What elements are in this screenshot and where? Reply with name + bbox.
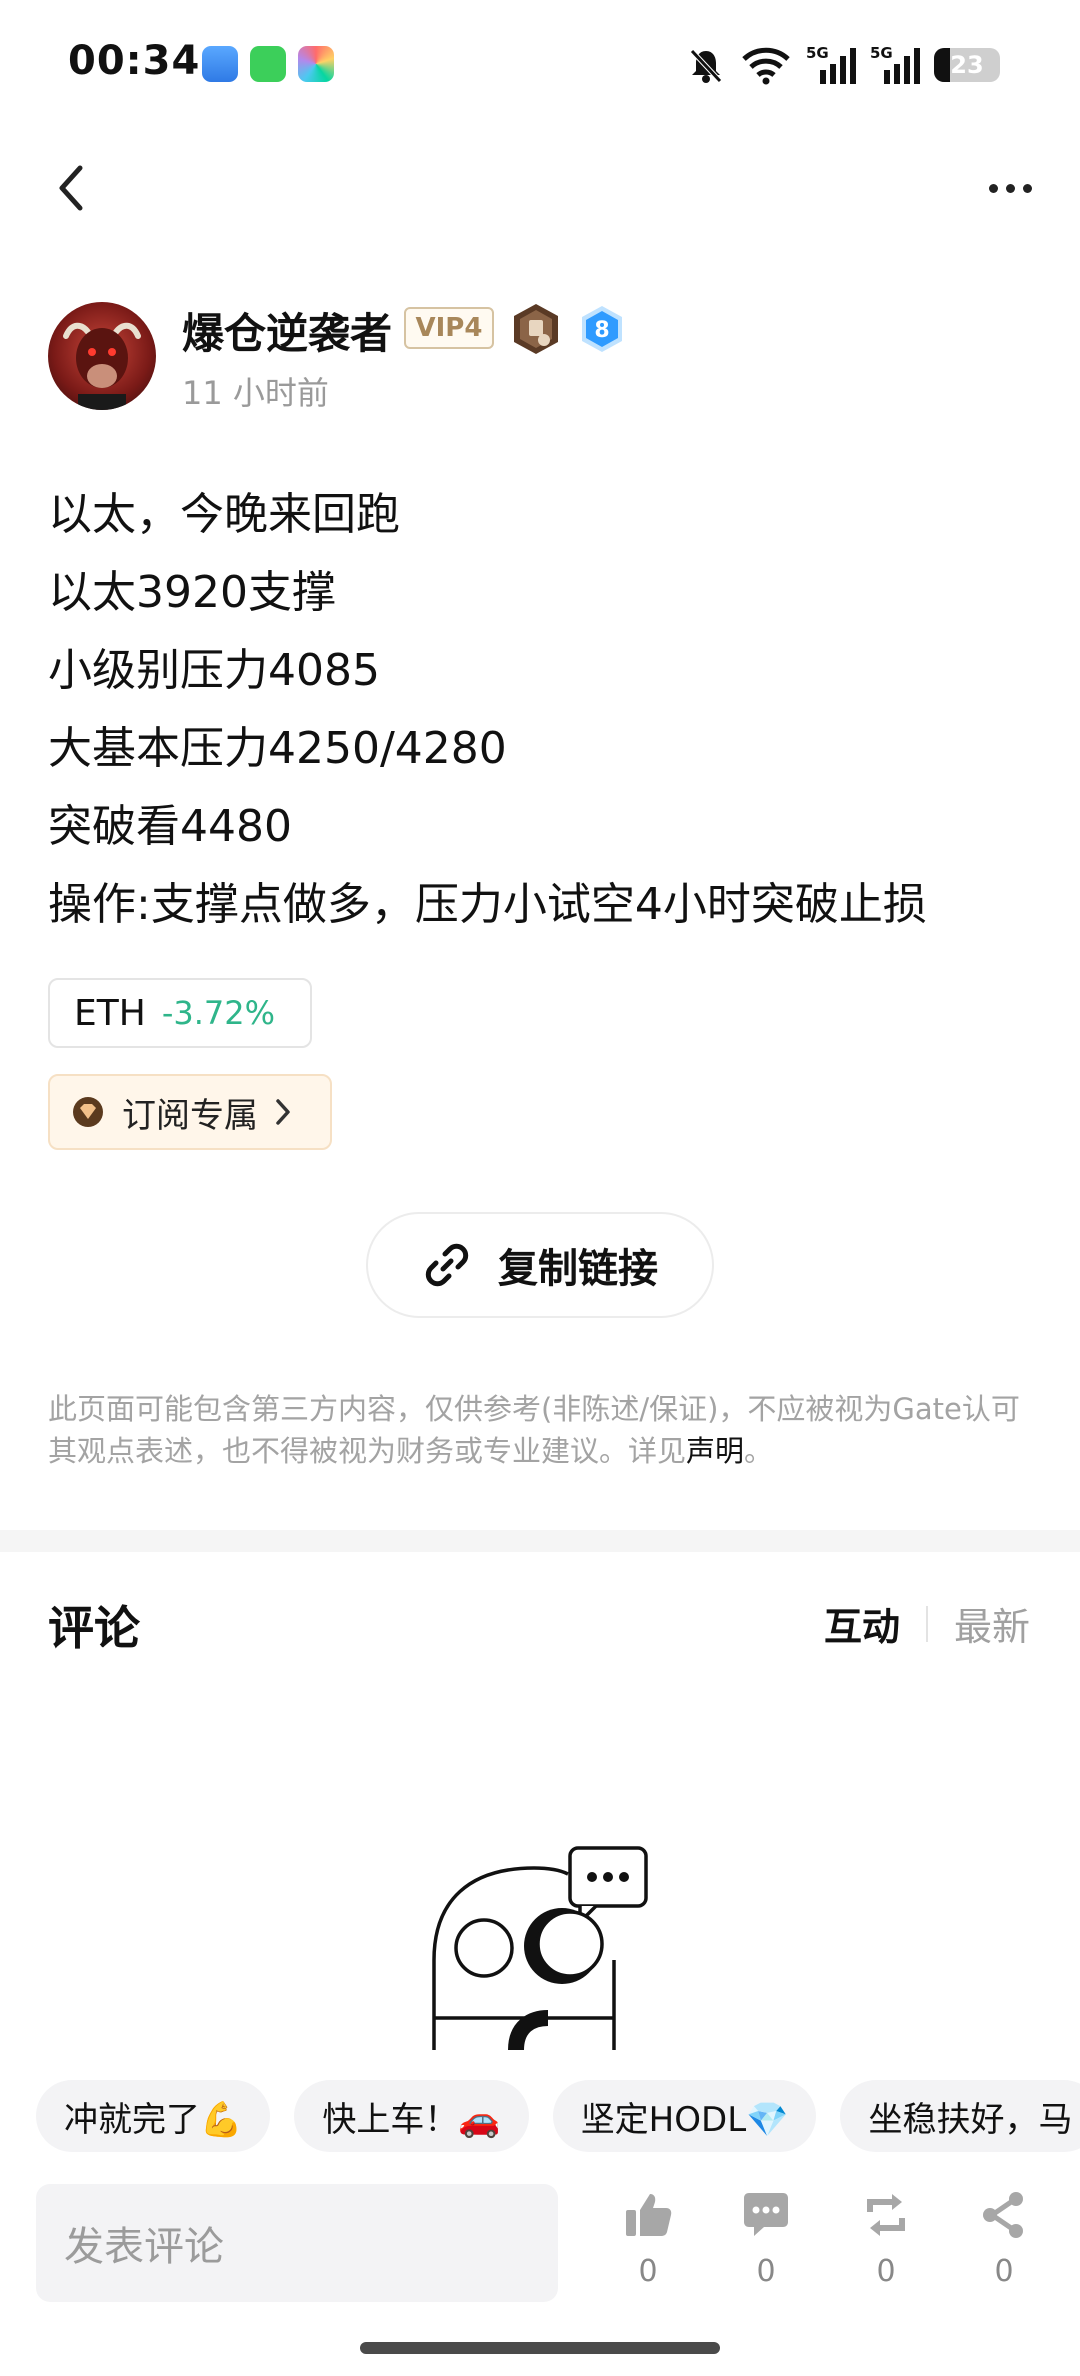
- bull-avatar-icon: [63, 322, 141, 410]
- post-line: 大基本压力4250/4280: [48, 723, 507, 774]
- tab-separator: [925, 1605, 928, 1642]
- post-time: 11 小时前: [182, 374, 329, 412]
- chevron-left-icon: [59, 165, 83, 211]
- post-line: 突破看4480: [48, 801, 292, 852]
- chevron-right-icon: [276, 1099, 290, 1125]
- battery-level: 23: [950, 51, 984, 79]
- quick-reply-chip[interactable]: 冲就完了💪: [36, 2080, 271, 2152]
- more-dot-icon: [1005, 183, 1015, 193]
- repost-button[interactable]: 0: [846, 2190, 926, 2310]
- post-line: 操作:支撑点做多，压力小试空4小时突破止损: [48, 879, 927, 930]
- disclaimer-suffix: 。: [744, 1434, 774, 1468]
- rank-badge-icon: [510, 302, 562, 356]
- quick-reply-chip[interactable]: 快上车！🚗: [294, 2080, 529, 2152]
- quick-replies: 冲就完了💪 快上车！🚗 坚定HODL💎 坐稳扶好，马: [36, 2080, 1080, 2154]
- disclaimer-text: 此页面可能包含第三方内容，仅供参考(非陈述/保证)，不应被视为Gate认可其观点…: [48, 1392, 1020, 1468]
- comment-count: 0: [756, 2254, 776, 2289]
- svg-text:5G: 5G: [870, 44, 893, 62]
- comment-icon: [744, 2193, 788, 2236]
- more-dot-icon: [988, 183, 998, 193]
- svg-text:5G: 5G: [806, 44, 829, 62]
- section-divider: [0, 1530, 1080, 1552]
- quick-reply-chip[interactable]: 坚定HODL💎: [552, 2080, 817, 2152]
- link-icon: [425, 1243, 469, 1287]
- comment-sort-tabs: 互动 最新: [824, 1596, 1030, 1651]
- comment-input[interactable]: 发表评论: [36, 2184, 558, 2302]
- status-bar: 00:34 5G 5G 23: [0, 0, 1080, 130]
- signal-5g-icon: 5G: [806, 44, 856, 84]
- share-icon: [983, 2192, 1023, 2238]
- level-badge: 8: [578, 304, 626, 354]
- diamond-icon: [73, 1097, 103, 1127]
- status-time: 00:34: [68, 38, 201, 84]
- coin-symbol: ETH: [74, 992, 146, 1034]
- post-line: 以太3920支撑: [48, 567, 336, 618]
- post-line: 以太，今晚来回跑: [48, 489, 400, 540]
- quick-reply-chip[interactable]: 坐稳扶好，马: [840, 2080, 1080, 2152]
- comments-title: 评论: [48, 1601, 140, 1655]
- wifi-icon: [742, 47, 790, 85]
- post-line: 小级别压力4085: [48, 645, 380, 696]
- vip-badge: VIP4: [404, 307, 494, 349]
- copy-link-button[interactable]: 复制链接: [366, 1212, 714, 1318]
- home-indicator[interactable]: [360, 2342, 720, 2354]
- battery-icon: 23: [934, 48, 1000, 82]
- empty-comments-illustration: [420, 1840, 660, 2050]
- repost-icon: [867, 2194, 905, 2236]
- tab-interactive[interactable]: 互动: [824, 1596, 900, 1651]
- photos-app-icon: [298, 46, 334, 82]
- subscribe-label: 订阅专属: [122, 1095, 258, 1136]
- author-avatar[interactable]: [48, 302, 156, 410]
- more-dot-icon: [1022, 183, 1032, 193]
- back-button[interactable]: [50, 160, 94, 216]
- coin-tag[interactable]: ETH -3.72%: [48, 978, 312, 1048]
- author-name[interactable]: 爆仓逆袭者: [182, 300, 392, 361]
- disclaimer: 此页面可能包含第三方内容，仅供参考(非陈述/保证)，不应被视为Gate认可其观点…: [48, 1388, 1038, 1472]
- tab-latest[interactable]: 最新: [954, 1596, 1030, 1651]
- copy-link-label: 复制链接: [498, 1246, 658, 1292]
- share-count: 0: [994, 2254, 1014, 2289]
- disclaimer-link[interactable]: 声明: [686, 1434, 744, 1468]
- comment-button[interactable]: 0: [726, 2190, 806, 2310]
- repost-count: 0: [876, 2254, 896, 2289]
- messages-app-icon: [250, 46, 286, 82]
- status-icons: 5G 5G 23: [686, 40, 1000, 90]
- subscribe-exclusive-button[interactable]: 订阅专属: [48, 1074, 332, 1150]
- mute-icon: [690, 49, 722, 83]
- level-number: 8: [594, 318, 609, 343]
- signal-5g-icon-2: 5G: [870, 44, 920, 84]
- weather-app-icon: [202, 46, 238, 82]
- post-content: 以太，今晚来回跑 以太3920支撑 小级别压力4085 大基本压力4250/42…: [48, 476, 1038, 944]
- more-options-button[interactable]: [980, 168, 1040, 208]
- share-button[interactable]: 0: [964, 2190, 1044, 2310]
- coin-change: -3.72%: [161, 994, 276, 1032]
- like-button[interactable]: 0: [608, 2190, 688, 2310]
- like-count: 0: [638, 2254, 658, 2289]
- thumbs-up-icon: [626, 2194, 672, 2236]
